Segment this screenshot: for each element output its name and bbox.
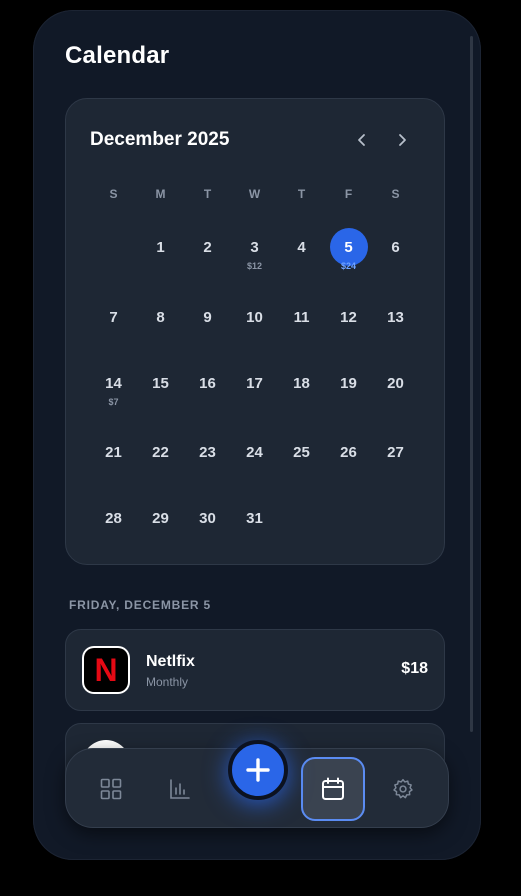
netflix-logo: N	[82, 646, 130, 694]
gear-icon	[393, 778, 413, 799]
weekday-thu: T	[297, 187, 306, 201]
calendar-day[interactable]: 1	[137, 227, 184, 267]
calendar-day[interactable]: 27	[372, 432, 419, 472]
selected-date-label: FRIDAY, DECEMBER 5	[69, 598, 211, 612]
calendar-day[interactable]: 20	[372, 363, 419, 403]
scrollbar[interactable]	[470, 36, 473, 732]
calendar-day[interactable]: 26	[325, 432, 372, 472]
subscription-price: $18	[401, 660, 428, 677]
next-month-button[interactable]	[391, 129, 413, 151]
calendar-day[interactable]: 28	[90, 498, 137, 538]
nav-stats[interactable]	[160, 769, 200, 809]
calendar-day[interactable]: 22	[137, 432, 184, 472]
calendar-day[interactable]: 10	[231, 297, 278, 337]
calendar-day[interactable]: 19	[325, 363, 372, 403]
calendar-day[interactable]: 15	[137, 363, 184, 403]
calendar-day[interactable]: 13	[372, 297, 419, 337]
app-screen: Calendar December 2025 S M T W T F S 1 2…	[33, 10, 481, 860]
page-title: Calendar	[65, 42, 170, 69]
weekday-wed: W	[248, 187, 261, 201]
subscription-card[interactable]: N Netlfix Monthly $18	[65, 629, 445, 711]
calendar-day[interactable]: 6	[372, 227, 419, 267]
weekday-fri: F	[344, 187, 353, 201]
calendar-day[interactable]: 8	[137, 297, 184, 337]
calendar-day[interactable]: 30	[184, 498, 231, 538]
day-amount: $7	[108, 397, 119, 407]
nav-dashboard[interactable]	[91, 769, 131, 809]
bar-chart-icon	[170, 779, 190, 799]
calendar-day[interactable]: 12	[325, 297, 372, 337]
calendar-day[interactable]: 9	[184, 297, 231, 337]
plus-icon	[246, 758, 270, 782]
previous-month-button[interactable]	[351, 129, 373, 151]
chevron-left-icon	[358, 134, 365, 146]
weekday-mon: M	[155, 187, 166, 201]
calendar-day[interactable]: 21	[90, 432, 137, 472]
weekday-sat: S	[391, 187, 400, 201]
calendar-day[interactable]: 4	[278, 227, 325, 267]
nav-settings[interactable]	[383, 769, 423, 809]
subscription-cycle: Monthly	[146, 675, 189, 689]
calendar-day[interactable]: 29	[137, 498, 184, 538]
calendar-day[interactable]: 18	[278, 363, 325, 403]
calendar-day[interactable]: 25	[278, 432, 325, 472]
calendar-day[interactable]: 23	[184, 432, 231, 472]
day-amount: $12	[246, 261, 263, 271]
calendar-day[interactable]: 2	[184, 227, 231, 267]
add-button[interactable]	[228, 740, 288, 800]
subscription-name: Netlfix	[146, 653, 195, 670]
grid-icon	[100, 778, 122, 800]
day-amount-selected: $24	[340, 261, 357, 271]
netflix-logo-letter: N	[94, 651, 118, 688]
calendar-day[interactable]: 7	[90, 297, 137, 337]
calendar-day[interactable]: 16	[184, 363, 231, 403]
calendar-icon	[322, 777, 344, 800]
calendar-day[interactable]: 11	[278, 297, 325, 337]
calendar-day[interactable]: 17	[231, 363, 278, 403]
calendar-card: December 2025 S M T W T F S 1 2 3 4 5 6 …	[65, 98, 445, 565]
weekday-tue: T	[203, 187, 212, 201]
calendar-day[interactable]: 31	[231, 498, 278, 538]
nav-calendar[interactable]	[301, 757, 365, 821]
month-title: December 2025	[90, 129, 230, 150]
weekday-sun: S	[109, 187, 118, 201]
chevron-right-icon	[399, 134, 406, 146]
calendar-day[interactable]: 24	[231, 432, 278, 472]
